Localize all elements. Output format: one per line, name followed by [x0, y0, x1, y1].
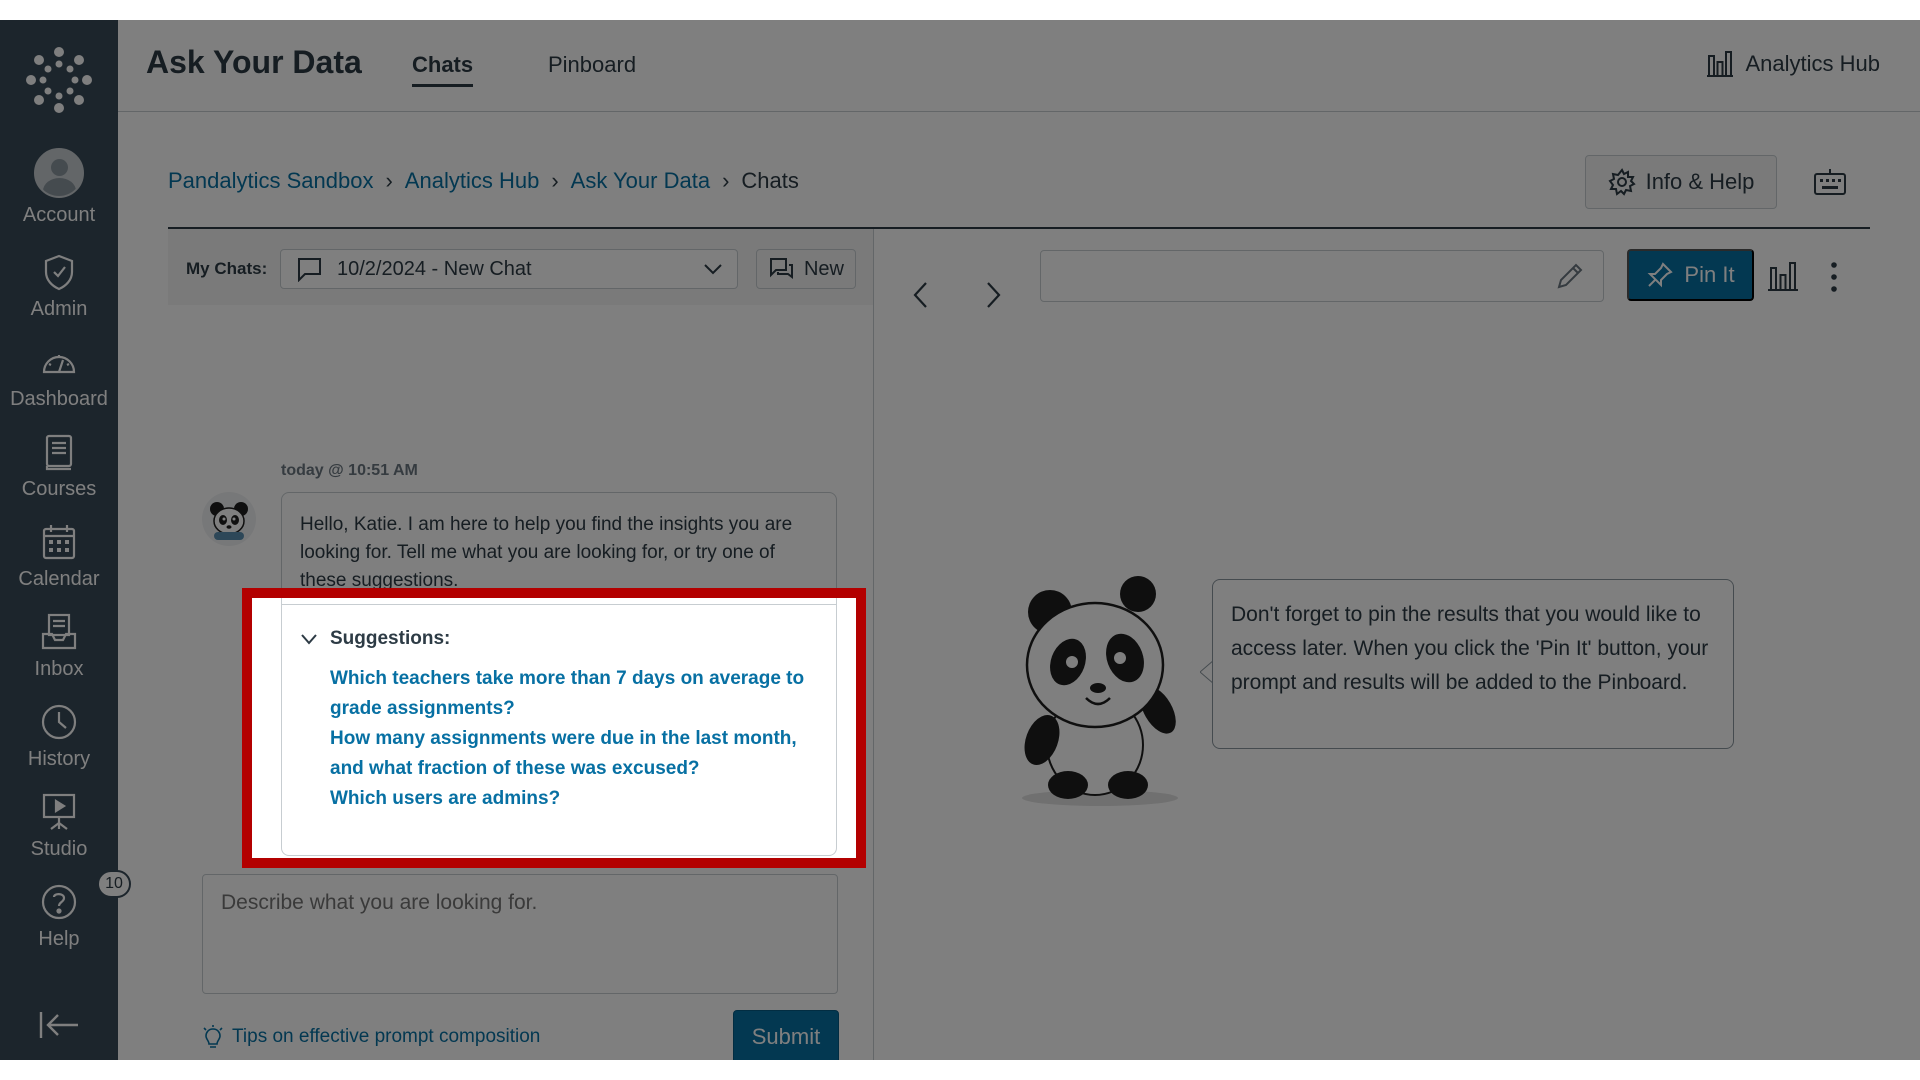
panda-illustration: [1022, 576, 1178, 806]
more-options-icon[interactable]: [1824, 260, 1844, 294]
chat-bubble-icon: [298, 258, 321, 282]
nav-label: Studio: [30, 838, 88, 860]
nav-label: Account: [22, 204, 96, 226]
help-icon: [41, 884, 77, 920]
book-icon: [45, 434, 73, 471]
calendar-icon: [42, 525, 76, 560]
bar-chart-icon[interactable]: [1766, 260, 1800, 292]
shield-icon: [44, 254, 74, 291]
chevron-right-icon[interactable]: [978, 275, 1008, 315]
new-chat-icon: [769, 258, 793, 279]
nav-item-help[interactable]: 10 Help: [0, 870, 131, 968]
pencil-icon[interactable]: [1553, 261, 1585, 293]
tab-pinboard[interactable]: Pinboard: [548, 52, 636, 78]
chevron-right-icon: ›: [551, 168, 559, 193]
nav-item-calendar[interactable]: Calendar: [0, 522, 118, 608]
pin-icon: [1648, 262, 1674, 288]
panda-avatar: [202, 492, 256, 546]
avatar: [34, 148, 84, 198]
tips-label: Tips on effective prompt composition: [232, 1026, 541, 1047]
nav-item-history[interactable]: History: [0, 702, 118, 788]
nav-item-admin[interactable]: Admin: [0, 252, 118, 338]
tab-chats[interactable]: Chats: [412, 52, 474, 87]
studio-icon: [42, 793, 76, 830]
chevron-right-icon: ›: [385, 168, 393, 193]
highlight-box: [242, 588, 866, 868]
message-text: Hello, Katie. I am here to help you find…: [300, 514, 793, 591]
panel-divider: [873, 229, 874, 1060]
message-timestamp: today @ 10:51 AM: [281, 462, 418, 479]
nav-label: Inbox: [34, 658, 84, 680]
notification-badge: 10: [97, 870, 131, 898]
prompt-input[interactable]: [202, 874, 838, 994]
analytics-hub-label: Analytics Hub: [1745, 51, 1880, 76]
lightbulb-icon: [203, 1025, 223, 1048]
dashboard-icon: [42, 355, 76, 374]
tips-link[interactable]: Tips on effective prompt composition: [202, 1024, 540, 1050]
result-title-field[interactable]: [1040, 250, 1604, 302]
nav-item-studio[interactable]: Studio: [0, 792, 118, 878]
breadcrumb-link[interactable]: Analytics Hub: [405, 168, 540, 194]
breadcrumb-link[interactable]: Pandalytics Sandbox: [168, 168, 373, 194]
breadcrumb-link[interactable]: Ask Your Data: [571, 168, 710, 194]
chat-select-value: 10/2/2024 - New Chat: [337, 257, 532, 280]
inbox-icon: [41, 613, 77, 650]
gear-icon: [1608, 168, 1636, 196]
pin-it-label: Pin It: [1684, 262, 1735, 287]
analytics-hub-link[interactable]: Analytics Hub: [1705, 50, 1880, 78]
nav-item-inbox[interactable]: Inbox: [0, 612, 118, 698]
info-help-label: Info & Help: [1645, 169, 1755, 194]
my-chats-bar: My Chats: 10/2/2024 - New Chat New: [168, 229, 874, 305]
nav-label: History: [27, 748, 91, 770]
chevron-down-icon: [704, 264, 722, 275]
canvas-logo-icon[interactable]: [25, 46, 93, 114]
pin-tip-bubble: Don't forget to pin the results that you…: [1212, 579, 1734, 749]
chat-select[interactable]: 10/2/2024 - New Chat: [280, 249, 738, 289]
global-nav: Account Admin Dashboard Courses Calendar…: [0, 20, 131, 1060]
chevron-left-icon[interactable]: [906, 275, 936, 315]
breadcrumb-current: Chats: [741, 168, 799, 193]
nav-label: Dashboard: [10, 388, 108, 410]
chevron-right-icon: ›: [722, 168, 730, 193]
info-help-button[interactable]: Info & Help: [1585, 155, 1777, 209]
nav-item-account[interactable]: Account: [0, 148, 118, 234]
new-chat-button[interactable]: New: [756, 249, 856, 289]
collapse-nav-icon[interactable]: [38, 1010, 80, 1040]
breadcrumb: Pandalytics Sandbox › Analytics Hub › As…: [168, 168, 799, 194]
nav-label: Courses: [21, 478, 97, 500]
pin-it-button[interactable]: Pin It: [1627, 249, 1754, 301]
clock-icon: [41, 704, 77, 740]
nav-item-courses[interactable]: Courses: [0, 432, 118, 518]
bar-chart-icon: [1707, 51, 1734, 77]
new-chat-label: New: [803, 257, 844, 280]
submit-button[interactable]: Submit: [733, 1010, 839, 1060]
app-frame: Account Admin Dashboard Courses Calendar…: [0, 20, 1920, 1060]
nav-item-dashboard[interactable]: Dashboard: [0, 342, 118, 428]
app-title: Ask Your Data: [146, 44, 362, 80]
nav-label: Calendar: [18, 568, 100, 590]
nav-label: Admin: [30, 298, 88, 320]
my-chats-label: My Chats:: [186, 259, 268, 278]
app-header: Ask Your Data Chats Pinboard Analytics H…: [118, 20, 1920, 112]
keyboard-icon[interactable]: [1812, 166, 1848, 198]
nav-label: Help: [38, 928, 80, 950]
